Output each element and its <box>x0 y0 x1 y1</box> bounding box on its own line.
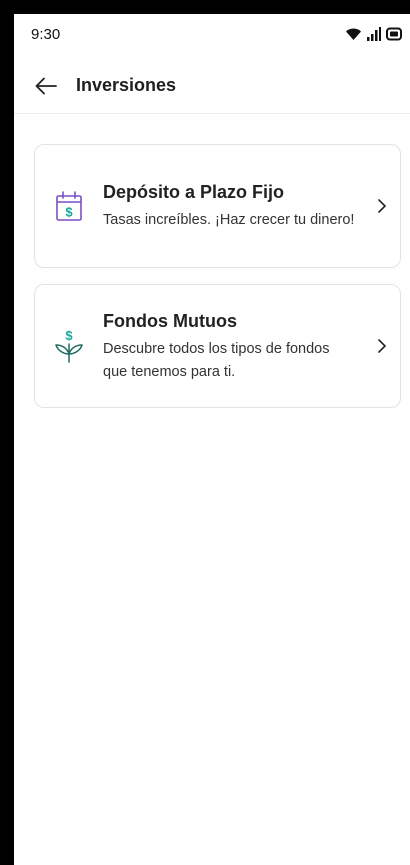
card-body: Depósito a Plazo Fijo Tasas increíbles. … <box>103 180 364 232</box>
card-title: Depósito a Plazo Fijo <box>103 182 285 202</box>
card-deposito-plazo-fijo[interactable]: $ Depósito a Plazo Fijo Tasas increíbles… <box>34 144 401 268</box>
page-title: Inversiones <box>76 75 177 95</box>
card-icon-wrapper: $ <box>35 190 103 222</box>
battery-icon <box>386 27 402 41</box>
card-body: Fondos Mutuos Descubre todos los tipos d… <box>103 309 364 384</box>
back-button[interactable] <box>32 72 60 100</box>
money-plant-icon: $ <box>55 328 83 363</box>
signal-icon <box>367 27 381 41</box>
chevron-right-icon <box>364 338 400 354</box>
status-icons <box>345 27 404 41</box>
calendar-dollar-icon: $ <box>56 191 82 221</box>
arrow-left-icon <box>35 77 57 94</box>
screen: 9:30 Inversiones $ Depósito a Plazo Fijo… <box>14 14 410 865</box>
card-fondos-mutuos[interactable]: $ Fondos Mutuos Descubre todos los tipos… <box>34 284 401 408</box>
card-icon-wrapper: $ <box>35 328 103 364</box>
wifi-icon <box>346 28 361 40</box>
status-time: 9:30 <box>31 25 61 43</box>
app-bar: Inversiones <box>14 58 410 114</box>
chevron-right-icon <box>364 198 400 214</box>
card-title: Fondos Mutuos <box>103 310 237 331</box>
status-bar: 9:30 <box>14 14 410 54</box>
card-description: Descubre todos los tipos de fondos que t… <box>103 340 330 380</box>
svg-text:$: $ <box>65 328 73 343</box>
svg-text:$: $ <box>65 205 73 220</box>
card-description: Tasas increíbles. ¡Haz crecer tu dinero! <box>103 212 355 228</box>
